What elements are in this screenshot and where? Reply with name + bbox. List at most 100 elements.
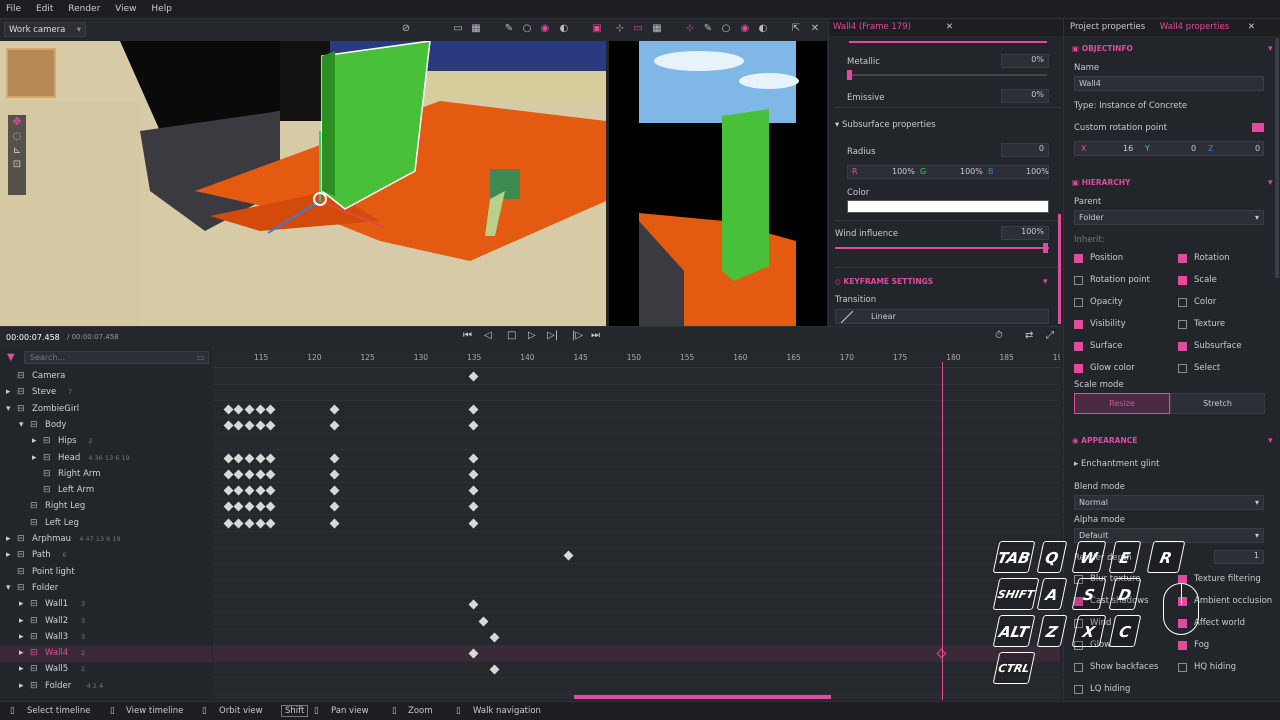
checkbox-box[interactable] (1178, 641, 1187, 650)
checkbox-box[interactable] (1178, 342, 1187, 351)
g-value[interactable]: 100% (960, 167, 983, 176)
timeline-row[interactable] (213, 532, 1060, 548)
subsurface-header[interactable]: ▾ Subsurface properties (835, 120, 936, 130)
checkbox-box[interactable] (1074, 254, 1083, 263)
keyframe[interactable] (468, 453, 478, 463)
chevron-down-icon[interactable]: ▾ (1268, 178, 1273, 188)
tree-item[interactable]: ▸ ⊟ Wall3 3 (0, 630, 212, 646)
timeline-row[interactable] (213, 385, 1060, 402)
keyframe[interactable] (244, 518, 255, 529)
keyframe[interactable] (329, 453, 340, 463)
checkbox-box[interactable] (1178, 298, 1187, 307)
snap2-icon[interactable]: ⊹ (684, 23, 696, 35)
timeline-row[interactable] (213, 467, 1060, 483)
next-frame-icon[interactable]: |▷ (572, 330, 583, 341)
checkbox-box[interactable] (1178, 276, 1187, 285)
keyframe[interactable] (265, 469, 276, 480)
keyframe[interactable] (244, 404, 255, 415)
camera-select[interactable]: Work camera ▾ (4, 22, 86, 37)
tree-item[interactable]: ▸ ⊟ Arphmau 4 47 13 6 19 (0, 532, 212, 548)
tree-item[interactable]: ▸ ⊟ Wall4 2 (0, 646, 212, 663)
tree-item[interactable]: ▸ ⊟ Wall1 3 (0, 597, 212, 613)
grid-icon[interactable]: ▦ (470, 23, 482, 35)
keyframe[interactable] (468, 518, 478, 529)
timeline-row[interactable] (213, 516, 1060, 532)
menu-help[interactable]: Help (145, 0, 178, 14)
timer-icon[interactable]: ⏱ (995, 330, 1003, 341)
keyframe[interactable] (244, 420, 255, 431)
keyframe[interactable] (265, 420, 276, 431)
keyframe[interactable] (223, 420, 233, 431)
timeline-row[interactable] (213, 581, 1060, 597)
tree-item[interactable]: ▸ ⊟ Path 6 (0, 548, 212, 564)
checkbox-box[interactable] (1074, 663, 1083, 672)
keyframe[interactable] (233, 453, 244, 463)
keyframe[interactable] (478, 616, 489, 626)
tree-item[interactable]: ▸ ⊟ Hips 2 (0, 434, 212, 450)
keyframe[interactable] (489, 664, 500, 675)
keyframe[interactable] (223, 469, 233, 480)
frame-icon[interactable]: ▭ (452, 23, 464, 35)
chevron-down-icon[interactable]: ▾ (19, 420, 24, 430)
keyframe[interactable] (468, 501, 478, 512)
filter-icon[interactable]: ▼ (7, 352, 15, 363)
keyframe[interactable] (255, 404, 265, 415)
tree-item[interactable]: ▾ ⊟ ZombieGirl (0, 402, 212, 418)
parent-select[interactable]: Folder ▾ (1074, 210, 1264, 225)
tree-item[interactable]: ⊟ Right Arm (0, 467, 212, 483)
keyframe[interactable] (329, 420, 340, 431)
clear-search-icon[interactable]: ▭ (197, 353, 205, 362)
keyframe[interactable] (255, 501, 265, 512)
keyframe[interactable] (233, 485, 244, 496)
move-tool-icon[interactable]: ✥ (8, 115, 26, 128)
keyframe[interactable] (265, 485, 276, 496)
chevron-right-icon[interactable]: ▸ (19, 664, 24, 674)
chevron-right-icon[interactable]: ▸ (32, 453, 37, 463)
hierarchy-header[interactable]: ▣ HIERARCHY (1072, 178, 1130, 187)
keyframe[interactable] (265, 453, 276, 463)
checkbox-box[interactable] (1178, 364, 1187, 373)
custom-rotation-toggle[interactable] (1252, 123, 1264, 132)
playhead[interactable] (941, 362, 943, 700)
grid2-icon[interactable]: ▦ (651, 23, 663, 35)
menu-edit[interactable]: Edit (30, 0, 59, 14)
checkbox-box[interactable] (1178, 320, 1187, 329)
rgb-inputs[interactable]: R 100% G 100% B 100% (847, 165, 1049, 179)
chevron-down-icon[interactable]: ▾ (1043, 277, 1048, 287)
keyframe[interactable] (468, 648, 478, 659)
timeline-scrollbar[interactable] (574, 695, 831, 699)
play-icon[interactable]: ▷ (528, 330, 536, 341)
checkbox-box[interactable] (1074, 276, 1083, 285)
keyframe[interactable] (223, 453, 233, 463)
keyframe[interactable] (233, 420, 244, 431)
keyframe[interactable] (468, 599, 478, 610)
timeline-row[interactable] (213, 369, 1060, 385)
keyframe[interactable] (255, 420, 265, 431)
keyframe[interactable] (255, 469, 265, 480)
tree-item[interactable]: ⊟ Camera (0, 369, 212, 385)
tree-item[interactable]: ▸ ⊟ Head 4 36 13 6 19 (0, 451, 212, 467)
timeline-row[interactable] (213, 630, 1060, 646)
keyframe[interactable] (223, 485, 233, 496)
keyframe[interactable] (265, 404, 276, 415)
resize-button[interactable]: Resize (1074, 393, 1170, 414)
objectinfo-header[interactable]: ▣ OBJECTINFO (1072, 44, 1133, 53)
color-swatch[interactable] (847, 200, 1049, 213)
checkbox-box[interactable] (1074, 320, 1083, 329)
pen-icon[interactable]: ✎ (503, 23, 515, 35)
keyframe[interactable] (329, 469, 340, 480)
menu-render[interactable]: Render (62, 0, 106, 14)
keyframe[interactable] (563, 550, 574, 561)
checkbox-box[interactable] (1178, 663, 1187, 672)
checkbox-box[interactable] (1074, 685, 1083, 694)
chevron-right-icon[interactable]: ▸ (19, 632, 24, 642)
wind-slider-thumb[interactable] (1043, 243, 1048, 253)
chevron-down-icon[interactable]: ▾ (6, 583, 11, 593)
wind-slider[interactable] (835, 247, 1049, 249)
keyframe[interactable] (329, 501, 340, 512)
light2-icon[interactable]: ◐ (757, 23, 769, 35)
keyframe[interactable] (255, 485, 265, 496)
keyframe[interactable] (223, 404, 233, 415)
checkbox-box[interactable] (1074, 342, 1083, 351)
timeline-row[interactable] (213, 483, 1060, 500)
